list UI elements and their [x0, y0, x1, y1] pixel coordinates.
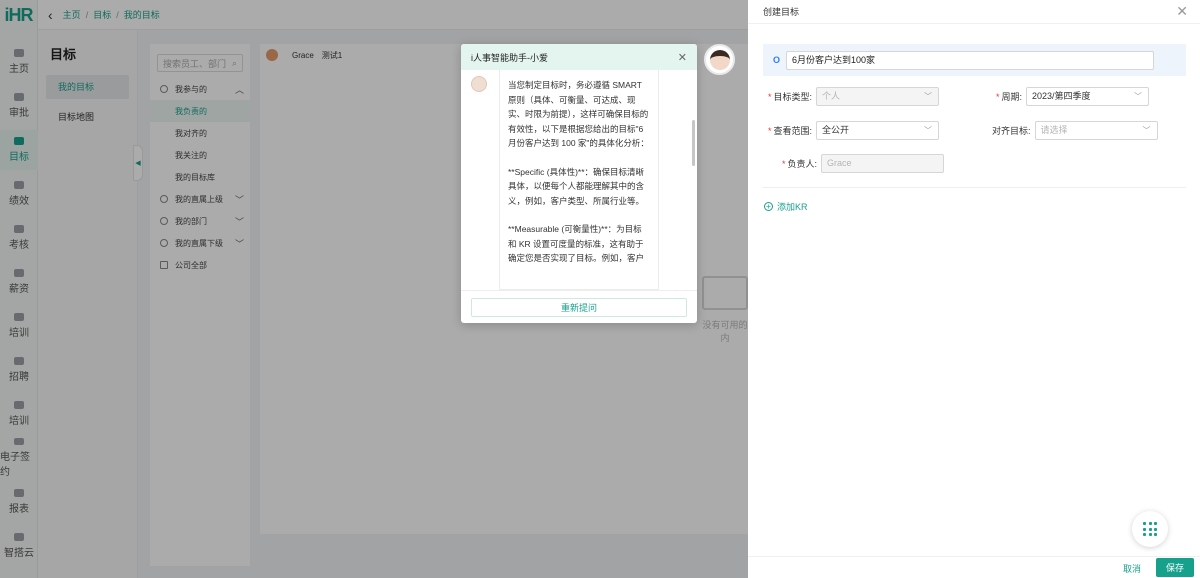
create-goal-drawer: 创建目标 ✕ O 6月份客户达到100家 * 目标类型: 个人 ﹀ * 周期: 202…: [748, 0, 1200, 578]
chevron-down-icon: ﹀: [924, 92, 933, 101]
period-label-text: 周期:: [1001, 92, 1023, 102]
close-icon[interactable]: ✕: [678, 51, 687, 64]
chat-footer: 重新提问: [461, 290, 697, 323]
owner-value: Grace: [827, 158, 852, 168]
chat-paragraph: 当您制定目标时，务必遵循 SMART 原则（具体、可衡量、可达成、现实、时限为前…: [508, 80, 649, 148]
assistant-face-icon: [709, 49, 730, 70]
plus-circle-icon: +: [764, 202, 773, 211]
chat-title: i人事智能助手-小爱: [471, 52, 548, 63]
period-field: * 周期: 2023/第四季度 ﹀: [996, 87, 1150, 106]
divider: [763, 187, 1186, 188]
chat-paragraph: **Specific (具体性)**：确保目标清晰具体，以便每个人都能理解其中的…: [508, 166, 645, 206]
objective-input[interactable]: 6月份客户达到100家: [786, 50, 1155, 70]
required-mark: *: [782, 159, 786, 169]
owner-select: Grace: [821, 154, 945, 173]
required-mark: *: [768, 126, 772, 136]
align-field: 对齐目标: 请选择 ﹀: [992, 121, 1158, 140]
add-kr-button[interactable]: + 添加KR: [764, 200, 808, 213]
goal-type-field: * 目标类型: 个人 ﹀: [768, 87, 940, 106]
grid-icon: [1143, 522, 1157, 536]
period-select[interactable]: 2023/第四季度 ﹀: [1026, 87, 1150, 106]
scope-label-text: 查看范围:: [773, 126, 813, 136]
scope-field: * 查看范围: 全公开 ﹀: [768, 121, 940, 140]
align-select[interactable]: 请选择 ﹀: [1034, 121, 1158, 140]
goal-type-label: * 目标类型:: [768, 90, 812, 103]
drawer-title: 创建目标: [763, 7, 800, 17]
assistant-chat-popup: i人事智能助手-小爱 ✕ 当您制定目标时，务必遵循 SMART 原则（具体、可衡…: [461, 44, 697, 323]
reask-button[interactable]: 重新提问: [471, 297, 687, 317]
objective-row: O 6月份客户达到100家: [763, 44, 1186, 76]
chat-header: i人事智能助手-小爱 ✕: [461, 44, 697, 70]
period-label: * 周期:: [996, 90, 1022, 103]
owner-field: * 负责人: Grace: [782, 154, 945, 173]
save-button[interactable]: 保存: [1156, 558, 1194, 577]
chat-message: 当您制定目标时，务必遵循 SMART 原则（具体、可衡量、可达成、现实、时限为前…: [499, 70, 659, 290]
objective-marker: O: [773, 55, 781, 65]
assistant-avatar: [471, 76, 487, 92]
chevron-down-icon: ﹀: [1134, 92, 1143, 101]
goal-type-label-text: 目标类型:: [773, 92, 813, 102]
goal-type-select[interactable]: 个人 ﹀: [816, 87, 940, 106]
chat-scrollbar[interactable]: [692, 120, 695, 166]
scope-value: 全公开: [822, 125, 850, 135]
assistant-launcher-avatar[interactable]: [704, 44, 735, 75]
close-icon[interactable]: ✕: [1176, 3, 1188, 20]
drawer-header: 创建目标 ✕: [748, 0, 1200, 24]
period-value: 2023/第四季度: [1032, 91, 1091, 101]
chevron-down-icon: ﹀: [1142, 126, 1151, 135]
app-grid-fab[interactable]: [1132, 511, 1168, 547]
cancel-button[interactable]: 取消: [1119, 560, 1145, 577]
scope-select[interactable]: 全公开 ﹀: [816, 121, 940, 140]
owner-label: * 负责人:: [782, 157, 817, 170]
owner-label-text: 负责人:: [787, 159, 818, 169]
align-label: 对齐目标:: [992, 126, 1031, 136]
scope-label: * 查看范围:: [768, 124, 812, 137]
goal-type-value: 个人: [822, 91, 841, 101]
chevron-down-icon: ﹀: [924, 126, 933, 135]
required-mark: *: [768, 92, 772, 102]
chat-body: 当您制定目标时，务必遵循 SMART 原则（具体、可衡量、可达成、现实、时限为前…: [461, 70, 697, 290]
align-placeholder: 请选择: [1040, 125, 1068, 135]
required-mark: *: [996, 92, 1000, 102]
add-kr-label: 添加KR: [777, 202, 808, 212]
chat-paragraph: **Measurable (可衡量性)**：为目标和 KR 设置可度量的标准，这…: [508, 224, 645, 263]
